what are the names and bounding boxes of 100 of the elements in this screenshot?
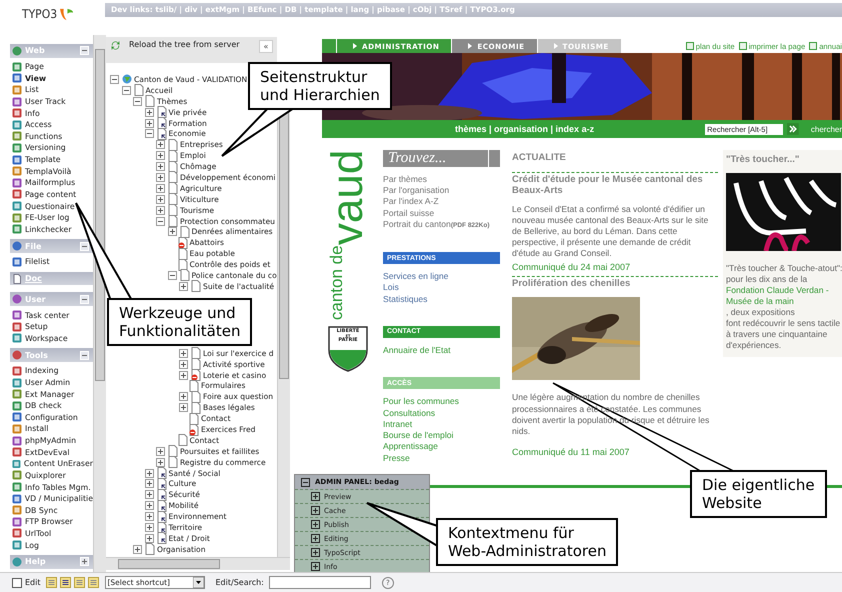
article-link[interactable]: Communiqué du 11 mai 2007 (512, 446, 718, 458)
edit-checkbox[interactable] (12, 578, 22, 588)
link[interactable]: Services en ligne (383, 271, 500, 282)
expand-icon[interactable] (156, 151, 165, 160)
link[interactable]: Par l'organisation (383, 185, 500, 196)
expand-icon[interactable] (144, 534, 154, 543)
expand-icon[interactable] (179, 282, 188, 291)
page-icon[interactable] (168, 150, 178, 162)
expand-icon[interactable] (311, 506, 320, 515)
expand-icon[interactable] (144, 479, 154, 488)
article-title[interactable]: Prolifération des chenilles (512, 278, 718, 290)
page-icon[interactable] (168, 215, 178, 228)
expand-icon[interactable] (179, 403, 188, 412)
page-icon[interactable] (168, 171, 178, 184)
page-icon[interactable] (178, 258, 188, 271)
expand-icon[interactable] (144, 501, 154, 510)
expand-icon[interactable] (144, 108, 154, 117)
expand-icon[interactable] (156, 140, 165, 150)
expand-icon[interactable] (144, 490, 154, 500)
page-shortcut-icon[interactable] (156, 510, 166, 523)
link[interactable]: Annuaire de l'Etat (383, 344, 500, 356)
reload-icon[interactable] (110, 40, 121, 51)
page-hidden-icon[interactable] (191, 369, 201, 382)
page-icon[interactable] (189, 412, 199, 425)
page-icon[interactable] (178, 434, 188, 446)
link[interactable]: Statistiques (383, 294, 500, 305)
double-chevron-icon[interactable] (787, 123, 799, 135)
expand-icon[interactable] (144, 512, 154, 522)
page-icon[interactable] (168, 204, 178, 216)
expand-icon[interactable] (179, 348, 188, 358)
page-icon[interactable] (168, 160, 178, 173)
link[interactable]: Bourse de l'emploi (383, 430, 500, 442)
link[interactable]: Par l'index A-Z (383, 196, 500, 208)
collapse-icon[interactable] (122, 86, 130, 95)
page-icon[interactable] (168, 445, 178, 458)
link[interactable]: Apprentissage (383, 441, 500, 453)
expand-icon[interactable] (311, 548, 320, 557)
page-hidden-icon[interactable] (189, 424, 199, 436)
expand-icon[interactable] (311, 520, 320, 529)
collapse-icon[interactable] (168, 270, 176, 280)
expand-icon[interactable] (311, 562, 320, 571)
expand-icon[interactable] (156, 458, 165, 467)
collapse-button[interactable]: « (259, 40, 273, 53)
expand-icon[interactable] (156, 194, 165, 204)
page-icon[interactable] (180, 226, 190, 238)
search-field[interactable] (268, 576, 371, 589)
expand-icon[interactable] (133, 544, 142, 554)
expand-icon[interactable] (156, 184, 165, 193)
expand-icon[interactable] (156, 206, 165, 215)
expand-icon[interactable] (144, 468, 154, 478)
page-icon[interactable] (191, 402, 201, 414)
collapse-icon[interactable] (110, 74, 119, 84)
collapse-icon[interactable] (156, 216, 165, 226)
link[interactable]: Presse (383, 452, 500, 464)
expand-icon[interactable] (168, 227, 176, 236)
page-icon[interactable] (134, 84, 144, 96)
page-shortcut-icon[interactable] (156, 106, 166, 118)
page-icon[interactable] (168, 182, 178, 194)
link[interactable]: Pour les communes (383, 396, 500, 408)
collapse-icon[interactable] (301, 478, 310, 486)
article-title[interactable]: Crédit d'étude pour le Musée cantonal des Beaux-Arts (512, 174, 718, 196)
expand-icon[interactable] (144, 523, 154, 532)
link[interactable]: Portail suisse (383, 208, 500, 219)
link[interactable]: Intranet (383, 418, 500, 430)
reload-tree-link[interactable]: Reload the tree from server (125, 40, 255, 50)
expand-icon[interactable] (179, 360, 188, 369)
page-shortcut-icon[interactable] (156, 478, 166, 490)
scrollbar[interactable] (106, 557, 290, 570)
page-icon[interactable] (191, 347, 201, 360)
scrollbar[interactable] (93, 35, 106, 572)
link[interactable]: Lois (383, 282, 500, 294)
page-icon[interactable] (191, 280, 201, 292)
link[interactable]: Consultations (383, 408, 500, 419)
link[interactable]: Par thèmes (383, 174, 500, 186)
page-shortcut-icon[interactable] (156, 500, 166, 512)
page-shortcut-icon[interactable] (156, 522, 166, 534)
page-shortcut-icon[interactable] (156, 128, 166, 140)
expand-icon[interactable] (156, 446, 165, 456)
expand-icon[interactable] (179, 392, 188, 402)
expand-icon[interactable] (311, 492, 320, 501)
page-icon[interactable] (180, 269, 190, 282)
page-shortcut-icon[interactable] (156, 532, 166, 544)
page-shortcut-icon[interactable] (156, 467, 166, 480)
collapse-icon[interactable] (133, 96, 142, 106)
page-hidden-icon[interactable] (178, 236, 188, 249)
page-shortcut-icon[interactable] (156, 117, 166, 130)
expand-icon[interactable] (156, 172, 165, 182)
page-icon[interactable] (168, 193, 178, 206)
page-shortcut-icon[interactable] (156, 488, 166, 501)
expand-icon[interactable] (144, 118, 154, 128)
page-icon[interactable] (191, 358, 201, 370)
expand-icon[interactable] (311, 534, 320, 543)
page-icon[interactable] (178, 248, 188, 260)
list-icon[interactable] (60, 577, 70, 588)
page-icon[interactable] (191, 390, 201, 403)
expand-icon[interactable] (156, 162, 165, 172)
collapse-icon[interactable] (144, 129, 154, 138)
expand-icon[interactable] (179, 370, 188, 380)
page-icon[interactable] (189, 380, 199, 392)
article-link[interactable]: Communiqué du 24 mai 2007 (512, 262, 718, 274)
